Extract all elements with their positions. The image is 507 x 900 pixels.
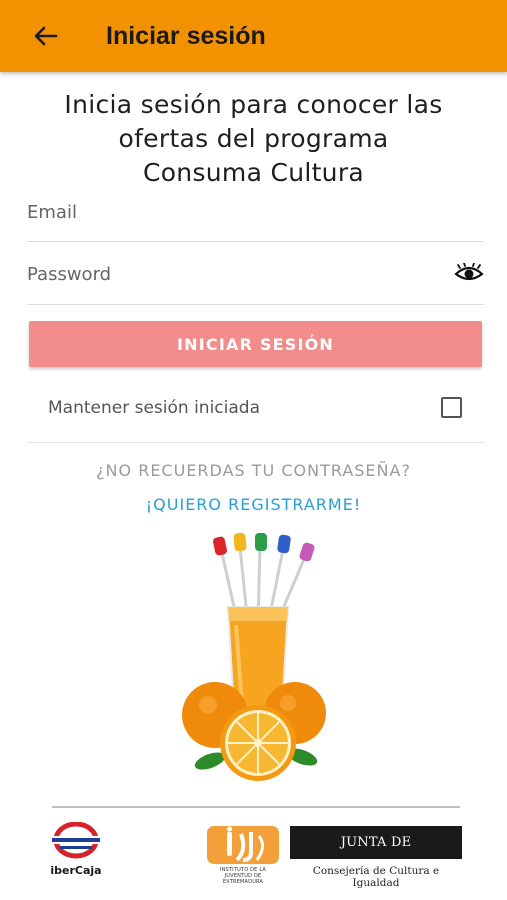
ibercaja-name: iberCaja — [50, 864, 102, 877]
ibercaja-icon — [50, 821, 102, 859]
intro-line-3: Consuma Cultura — [142, 158, 365, 187]
ibercaja-logo: iberCaja — [46, 821, 106, 882]
password-field-container — [27, 254, 484, 305]
orange-juice-illustration — [182, 532, 326, 781]
intro-line-1: Inicia sesión para conocer las — [64, 90, 443, 119]
intro-text: Inicia sesión para conocer las ofertas d… — [0, 88, 507, 190]
keep-session-checkbox[interactable] — [441, 397, 462, 418]
intro-line-2: ofertas del programa — [118, 124, 389, 153]
instituto-juventud-icon — [207, 826, 279, 864]
keep-session-row[interactable]: Mantener sesión iniciada — [27, 380, 484, 443]
footer-divider — [52, 806, 460, 808]
consejeria-name: Consejería de Cultura e Igualdad — [312, 865, 440, 889]
eye-icon[interactable] — [454, 263, 484, 283]
instituto-juventud-name: INSTITUTO DE LA JUVENTUD DE EXTREMADURA — [219, 867, 267, 885]
junta-extremadura-logo: JUNTA DE EXTREMADURA Consejería de Cultu… — [290, 826, 462, 889]
app-bar: Iniciar sesión — [0, 0, 507, 72]
junta-name: JUNTA DE EXTREMADURA — [290, 826, 462, 883]
back-button[interactable] — [24, 14, 68, 58]
email-field[interactable] — [27, 200, 427, 224]
arrow-left-icon — [34, 26, 58, 46]
keep-session-label: Mantener sesión iniciada — [48, 398, 261, 418]
password-field[interactable] — [27, 262, 427, 286]
forgot-password-link[interactable]: ¿NO RECUERDAS TU CONTRASEÑA? — [0, 461, 507, 480]
page-title: Iniciar sesión — [106, 21, 266, 50]
login-button[interactable]: INICIAR SESIÓN — [29, 321, 482, 367]
instituto-juventud-logo: INSTITUTO DE LA JUVENTUD DE EXTREMADURA — [207, 826, 279, 885]
email-field-container — [27, 192, 484, 242]
register-link[interactable]: ¡QUIERO REGISTRARME! — [0, 495, 507, 514]
